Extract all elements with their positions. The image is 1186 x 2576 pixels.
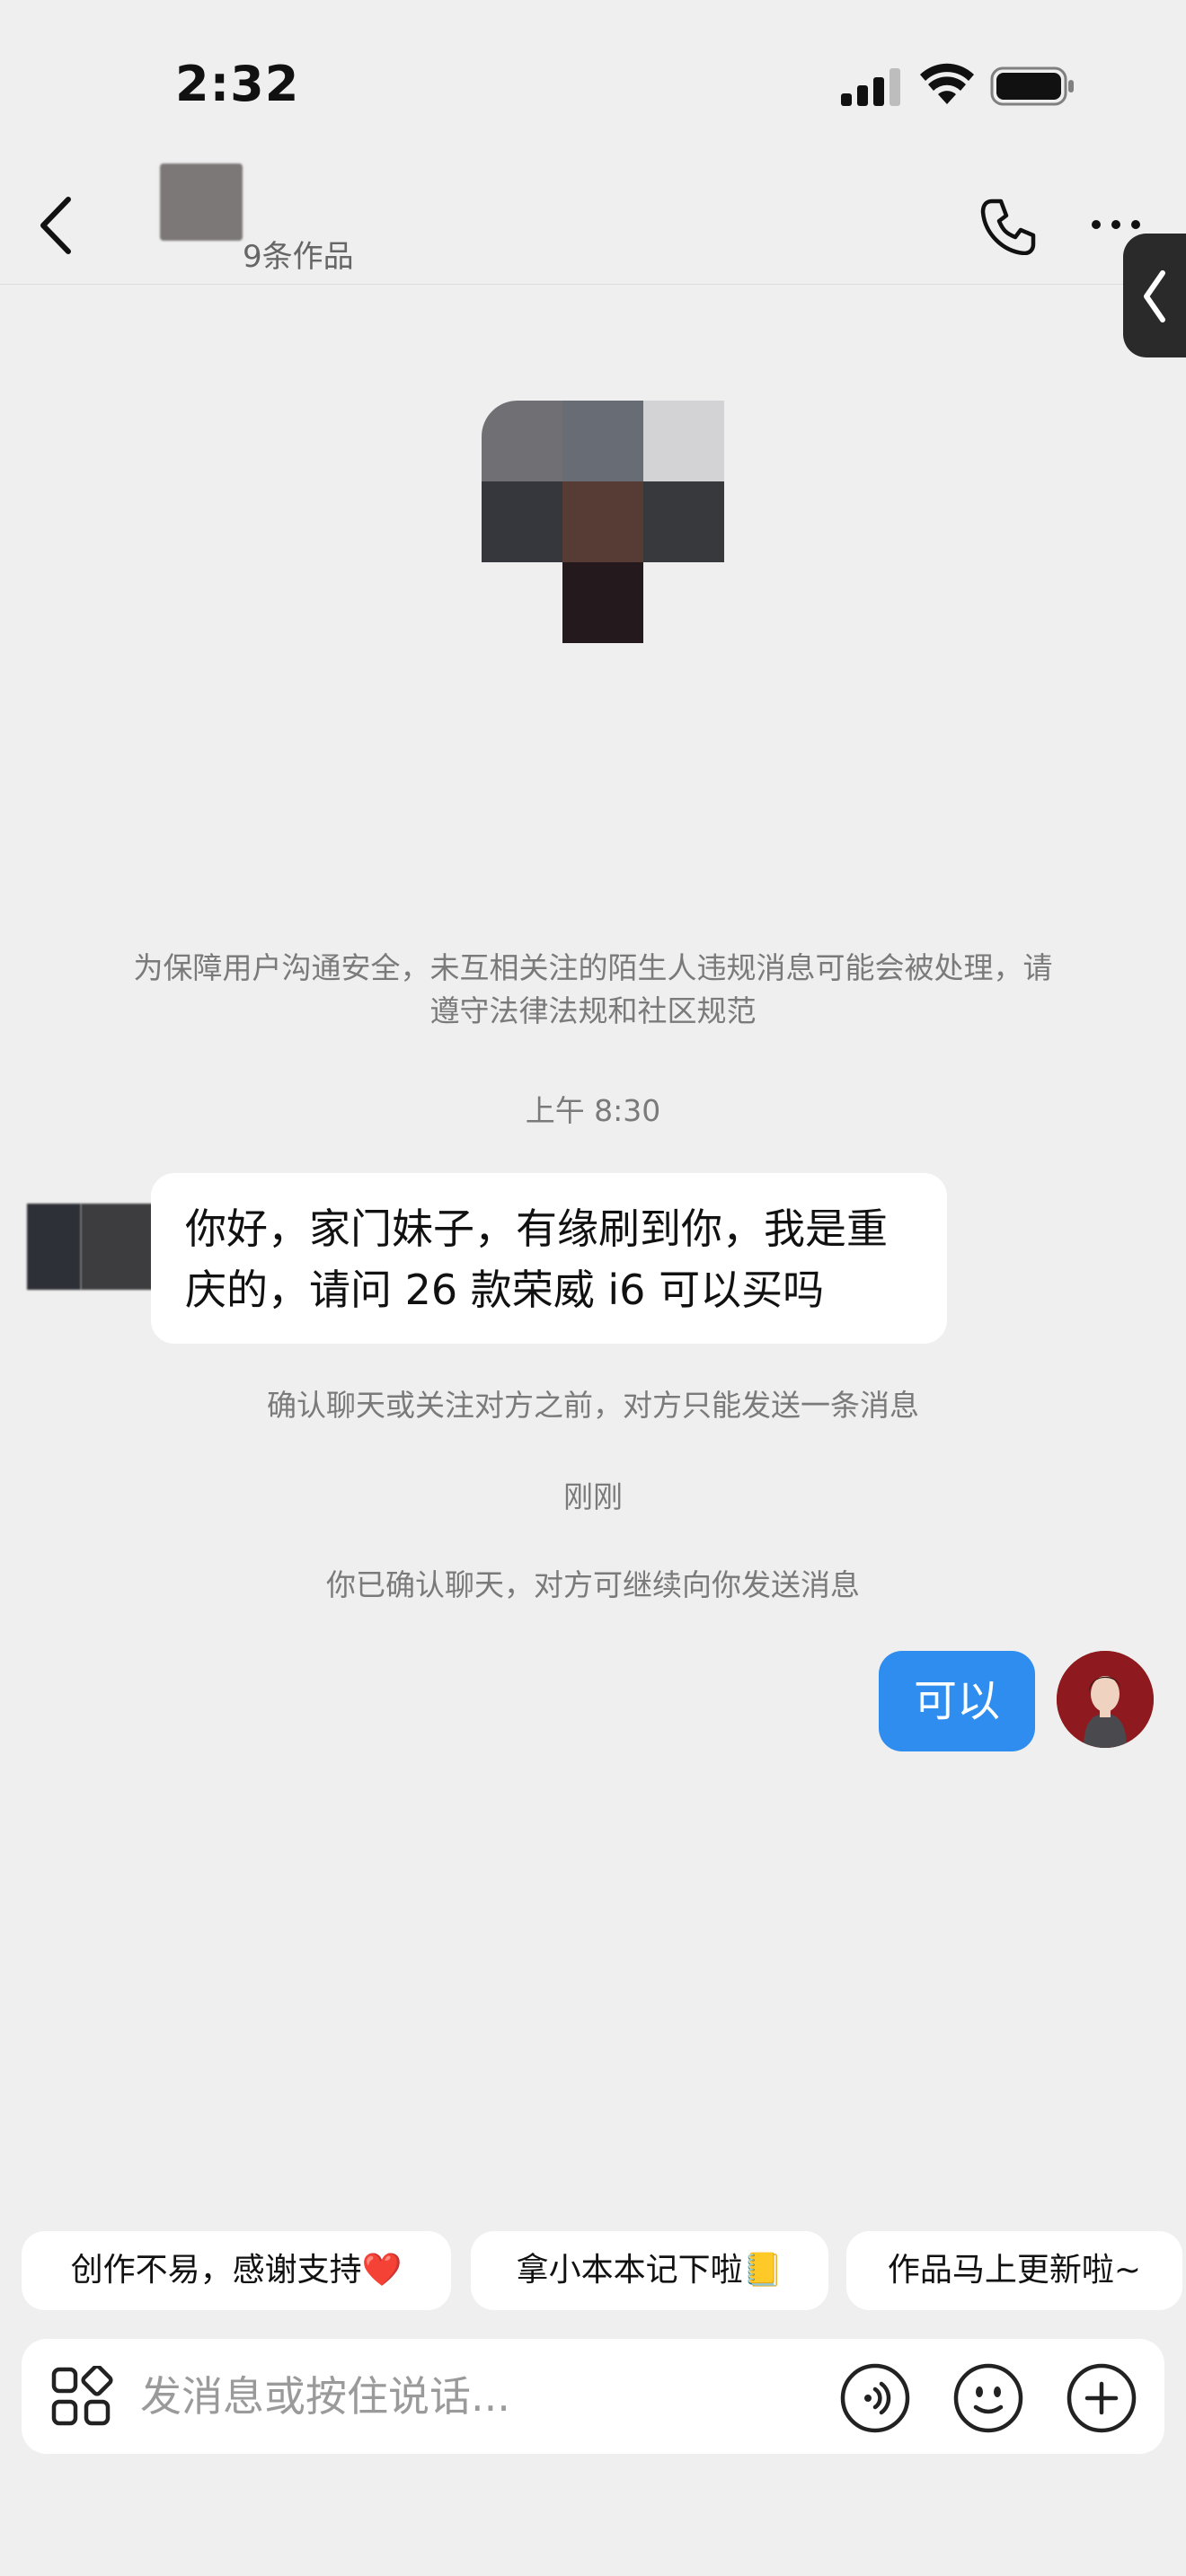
quick-reply-chip[interactable]: 作品马上更新啦~ <box>846 2231 1182 2310</box>
more-icon[interactable] <box>1089 216 1143 234</box>
message-input[interactable]: 发消息或按住说话... <box>140 2368 805 2425</box>
battery-icon <box>990 66 1074 106</box>
contact-avatar[interactable] <box>160 163 243 241</box>
chevron-left-icon <box>1144 270 1165 322</box>
sender-avatar[interactable] <box>27 1204 162 1290</box>
plus-icon[interactable] <box>1066 2362 1137 2434</box>
safety-notice: 为保障用户沟通安全，未互相关注的陌生人违规消息可能会被处理，请遵守法律法规和社区… <box>133 950 1053 1028</box>
apps-icon[interactable] <box>50 2366 113 2429</box>
quick-reply-chip[interactable]: 创作不易，感谢支持❤️ <box>22 2231 451 2310</box>
confirmed-notice: 你已确认聊天，对方可继续向你发送消息 <box>326 1567 860 1602</box>
phone-icon[interactable] <box>979 198 1037 255</box>
incoming-message-bubble[interactable]: 你好，家门妹子，有缘刷到你，我是重庆的，请问 26 款荣威 i6 可以买吗 <box>151 1173 947 1344</box>
status-time: 2:32 <box>175 56 300 112</box>
cellular-signal-icon <box>841 68 900 106</box>
avatar-portrait <box>1057 1651 1154 1748</box>
wifi-icon <box>920 63 974 104</box>
timestamp: 上午 8:30 <box>525 1093 661 1128</box>
emoji-icon[interactable] <box>952 2362 1024 2434</box>
confirm-notice: 确认聊天或关注对方之前，对方只能发送一条消息 <box>267 1388 919 1423</box>
works-count[interactable]: 9条作品 <box>243 232 354 276</box>
back-icon[interactable] <box>38 196 74 255</box>
pixelated-profile-image <box>482 401 724 643</box>
side-panel-handle[interactable] <box>1123 234 1186 357</box>
voice-icon[interactable] <box>839 2362 911 2434</box>
timestamp: 刚刚 <box>563 1479 623 1514</box>
header-divider <box>0 284 1186 285</box>
outgoing-message-bubble[interactable]: 可以 <box>879 1651 1035 1751</box>
quick-reply-chip[interactable]: 拿小本本记下啦📒 <box>471 2231 828 2310</box>
my-avatar[interactable] <box>1057 1651 1154 1748</box>
